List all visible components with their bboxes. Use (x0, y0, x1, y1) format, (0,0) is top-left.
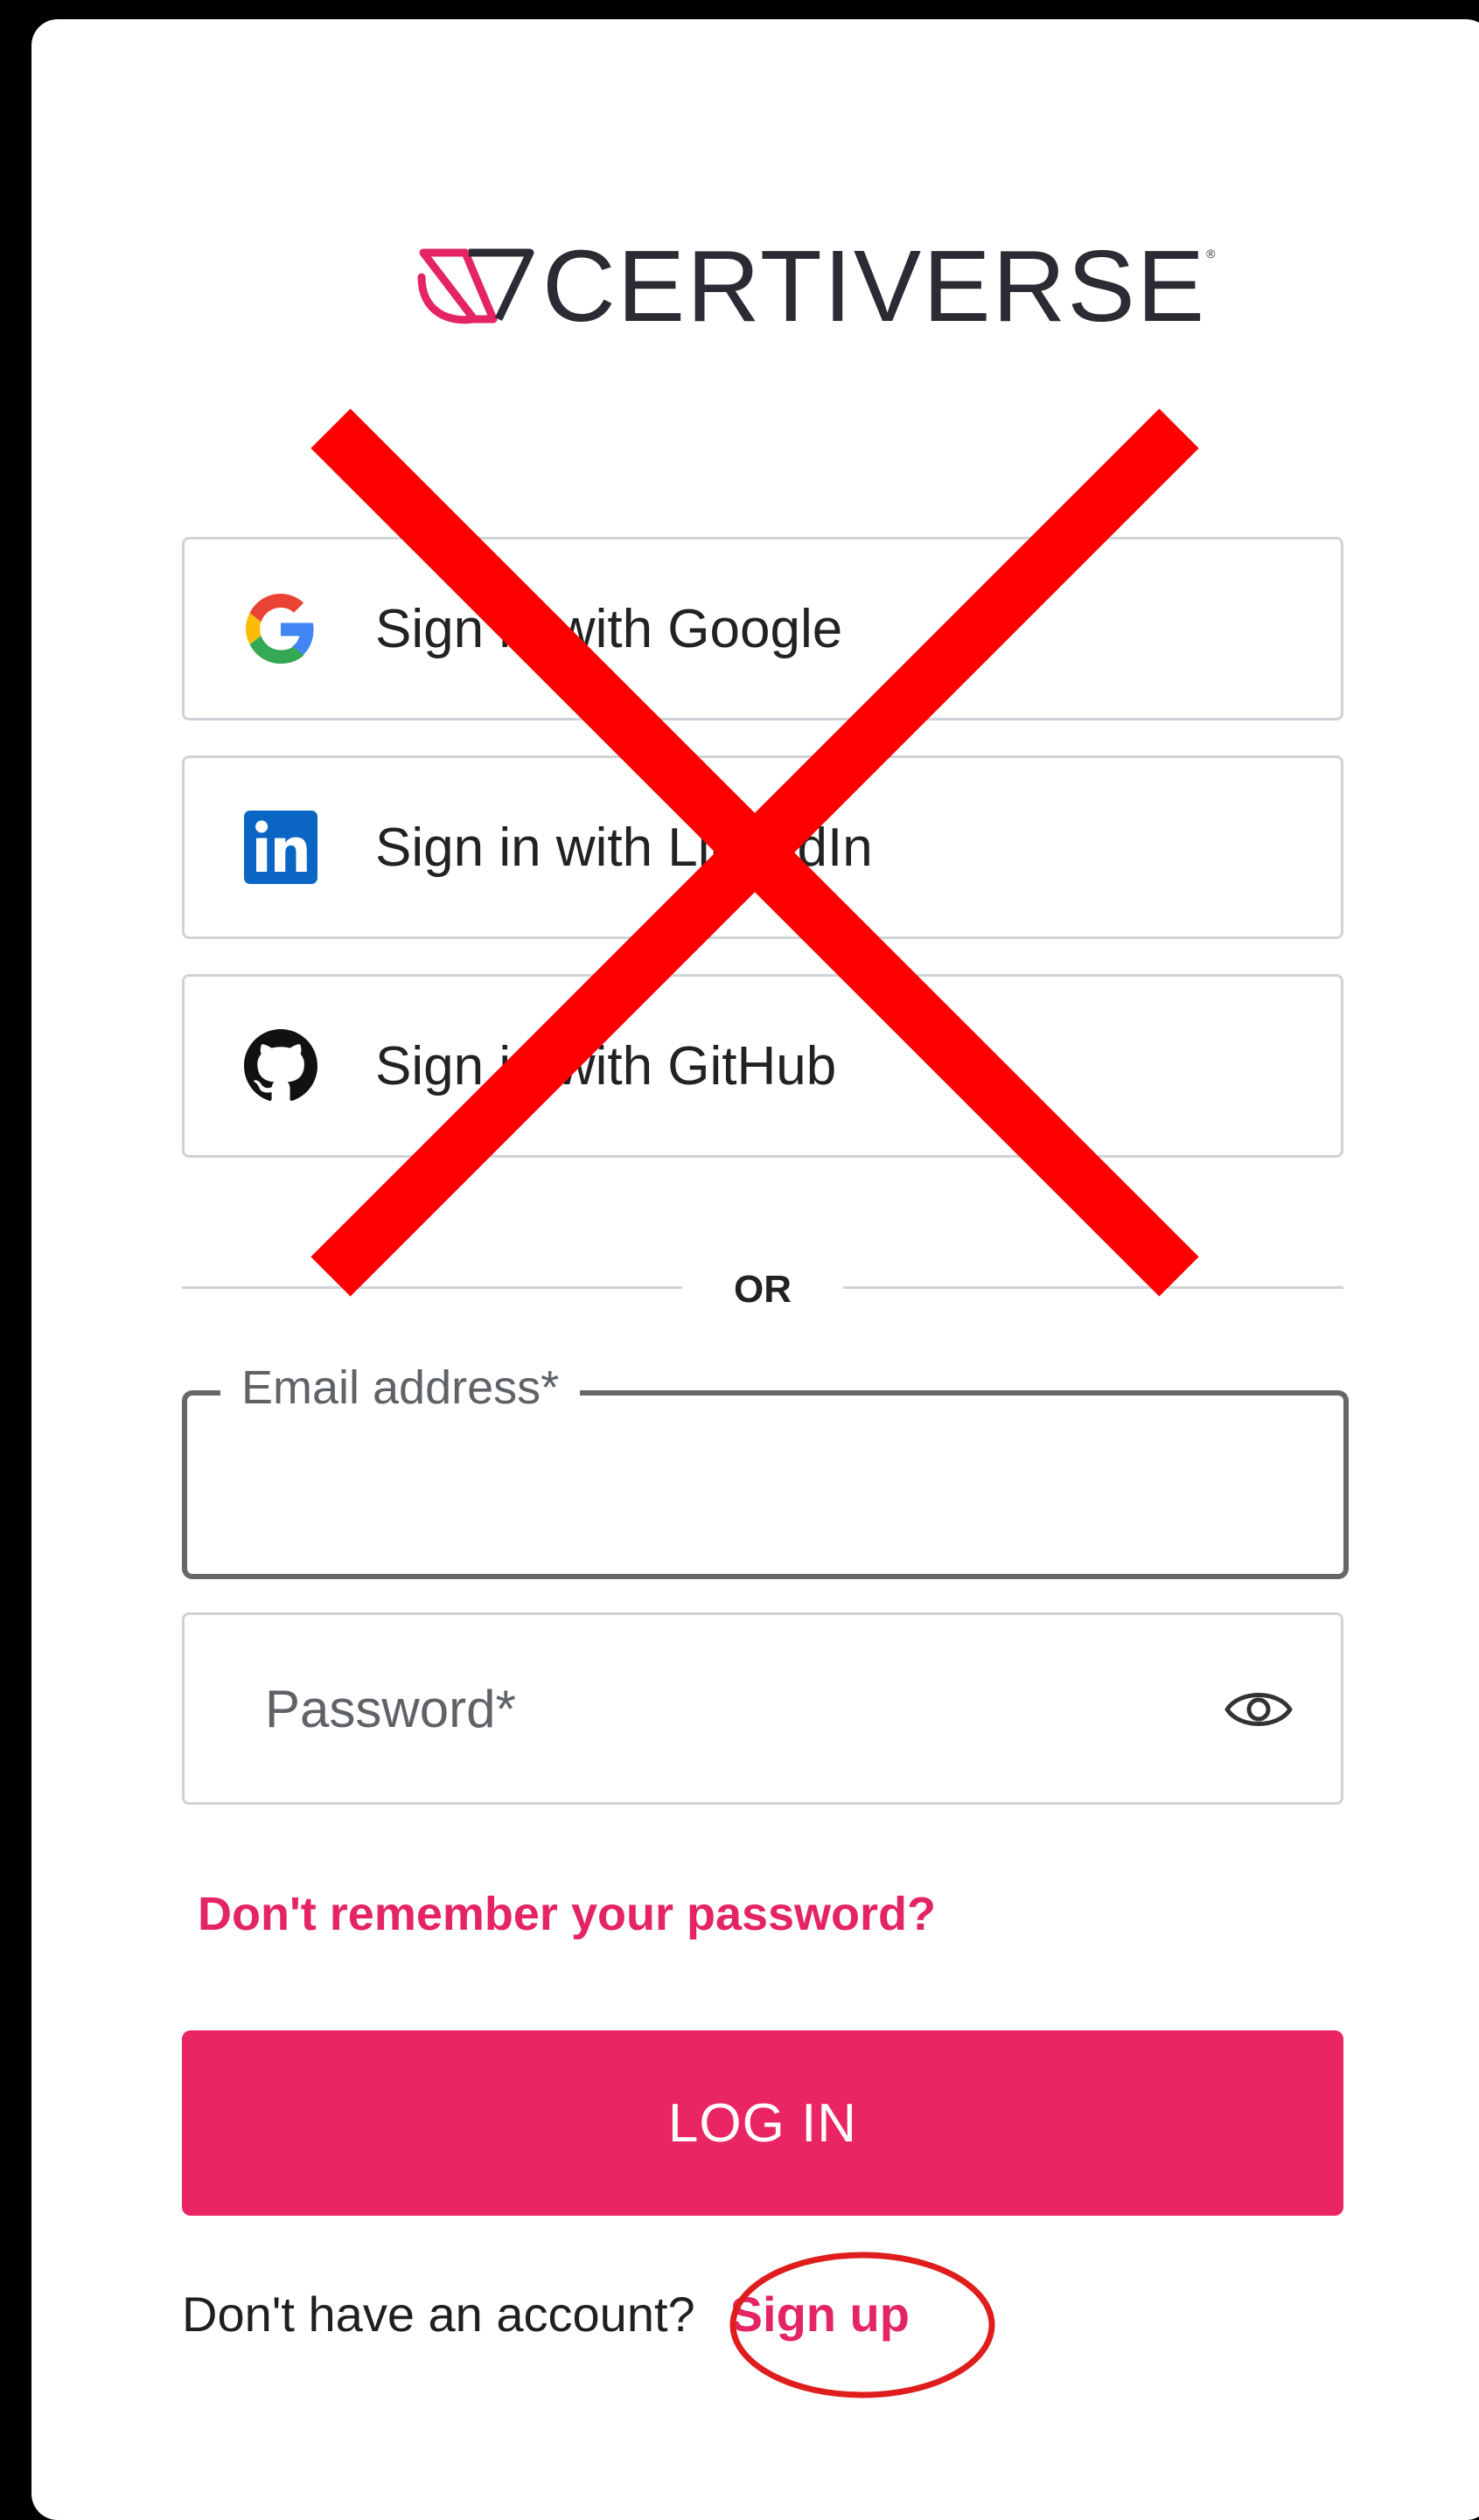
forgot-password-link[interactable]: Don't remember your password? (198, 1887, 936, 1941)
brand-name: CERTIVERSE (542, 229, 1207, 343)
password-placeholder: Password* (265, 1679, 516, 1738)
github-signin-button[interactable]: Sign in with GitHub (182, 974, 1343, 1158)
trademark-mark: ® (1206, 247, 1216, 261)
login-button[interactable]: LOG IN (182, 2030, 1343, 2216)
password-field[interactable]: Password* (182, 1612, 1343, 1805)
linkedin-signin-button[interactable]: Sign in with LinkedIn (182, 755, 1343, 939)
google-signin-label: Sign in with Google (375, 598, 843, 659)
login-card: CERTIVERSE ® Sign in with Google Sign in… (31, 19, 1479, 2520)
google-signin-button[interactable]: Sign in with Google (182, 537, 1343, 720)
email-field[interactable]: Email address* (182, 1361, 1349, 1579)
certiverse-mark-icon (417, 248, 534, 324)
linkedin-icon (244, 811, 317, 884)
linkedin-signin-label: Sign in with LinkedIn (375, 817, 873, 878)
signup-row: Don't have an account? Sign up (182, 2286, 910, 2342)
or-divider: OR (182, 1264, 1343, 1311)
signup-link[interactable]: Sign up (730, 2286, 910, 2342)
google-icon (244, 592, 317, 665)
eye-icon[interactable] (1224, 1683, 1294, 1736)
github-signin-label: Sign in with GitHub (375, 1035, 837, 1096)
brand-logo: CERTIVERSE ® (415, 229, 1216, 343)
signup-prompt: Don't have an account? (182, 2287, 695, 2342)
divider-line-right (843, 1286, 1343, 1289)
github-icon (244, 1029, 317, 1103)
divider-or-text: OR (734, 1268, 792, 1311)
email-field-label: Email address* (220, 1361, 581, 1415)
